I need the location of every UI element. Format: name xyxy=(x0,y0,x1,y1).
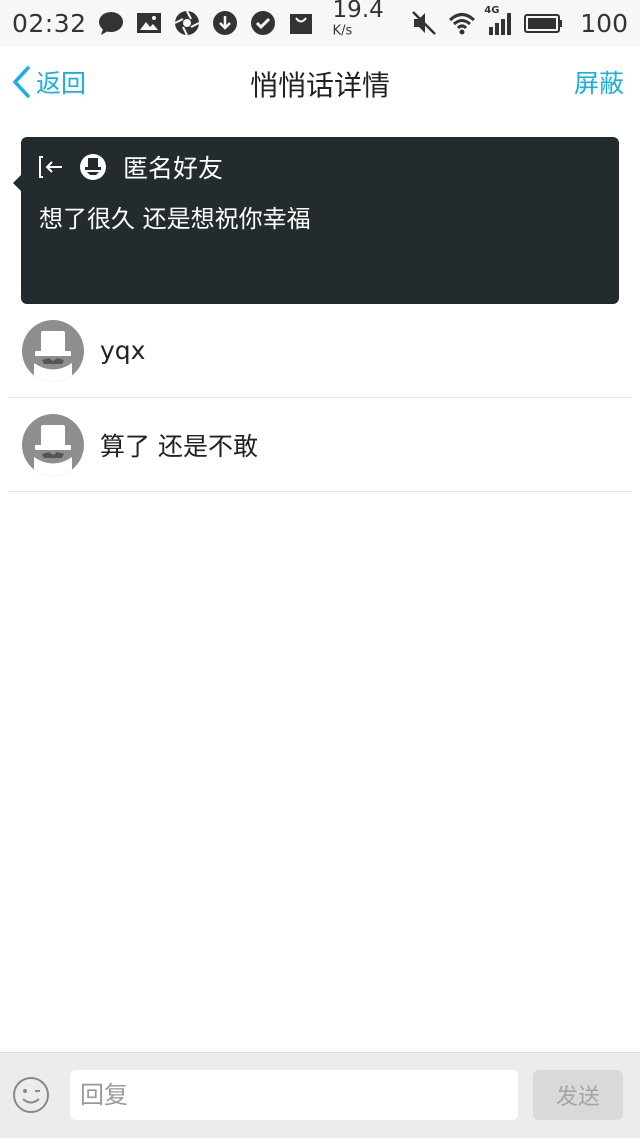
list-item[interactable]: yqx xyxy=(8,304,632,398)
page-title: 悄悄话详情 xyxy=(249,69,390,102)
reply-text: 算了 还是不敢 xyxy=(100,431,258,461)
message-text: 想了很久 还是想祝你幸福 xyxy=(39,205,311,233)
anonymous-mask-icon xyxy=(34,330,72,382)
speed-unit: K/s xyxy=(332,23,353,39)
wifi-icon xyxy=(448,9,476,37)
download-icon xyxy=(211,9,239,37)
avatar xyxy=(22,319,84,382)
sender-name: 匿名好友 xyxy=(123,154,224,183)
reply-text: yqx xyxy=(100,336,146,365)
check-icon xyxy=(249,9,277,37)
list-item[interactable]: 算了 还是不敢 xyxy=(8,398,632,492)
exit-icon[interactable] xyxy=(37,153,65,181)
mute-icon xyxy=(410,9,438,37)
message-header: 匿名好友 xyxy=(37,151,223,183)
send-button[interactable]: 发送 xyxy=(533,1070,623,1120)
nav-bar: 返回 悄悄话详情 屏蔽 xyxy=(0,46,640,118)
battery-icon xyxy=(524,9,564,37)
battery-level: 100 xyxy=(580,8,628,38)
reply-input[interactable] xyxy=(70,1070,518,1120)
composer-bar: 发送 xyxy=(0,1052,640,1138)
signal-icon: 4G xyxy=(484,5,514,37)
anonymous-mask-icon xyxy=(34,424,72,476)
block-button[interactable]: 屏蔽 xyxy=(574,64,624,100)
message-card: 匿名好友 想了很久 还是想祝你幸福 xyxy=(13,137,619,304)
speed-value: 19.4 xyxy=(332,0,384,23)
avatar xyxy=(22,413,84,476)
network-speed: 19.4 K/s xyxy=(333,0,411,49)
status-bar: 02:32 19.4 K/s 4G 100 xyxy=(0,0,640,46)
anonymous-mask-icon xyxy=(79,153,107,181)
status-time: 02:32 xyxy=(12,8,87,38)
gallery-icon xyxy=(135,9,163,37)
aperture-icon xyxy=(173,9,201,37)
network-type: 4G xyxy=(484,5,500,16)
emoji-icon[interactable] xyxy=(11,1075,51,1115)
message-icon xyxy=(97,9,125,37)
bag-icon xyxy=(287,9,315,37)
